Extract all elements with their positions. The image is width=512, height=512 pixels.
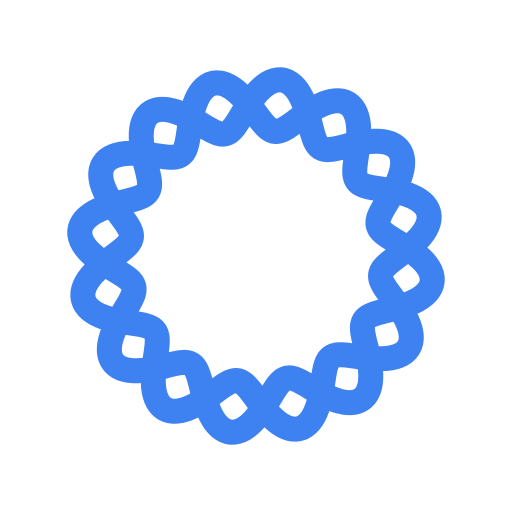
interwoven-ring-logo-icon: [67, 67, 445, 445]
app-icon-canvas: [0, 0, 512, 512]
ring-strands: [67, 67, 445, 445]
